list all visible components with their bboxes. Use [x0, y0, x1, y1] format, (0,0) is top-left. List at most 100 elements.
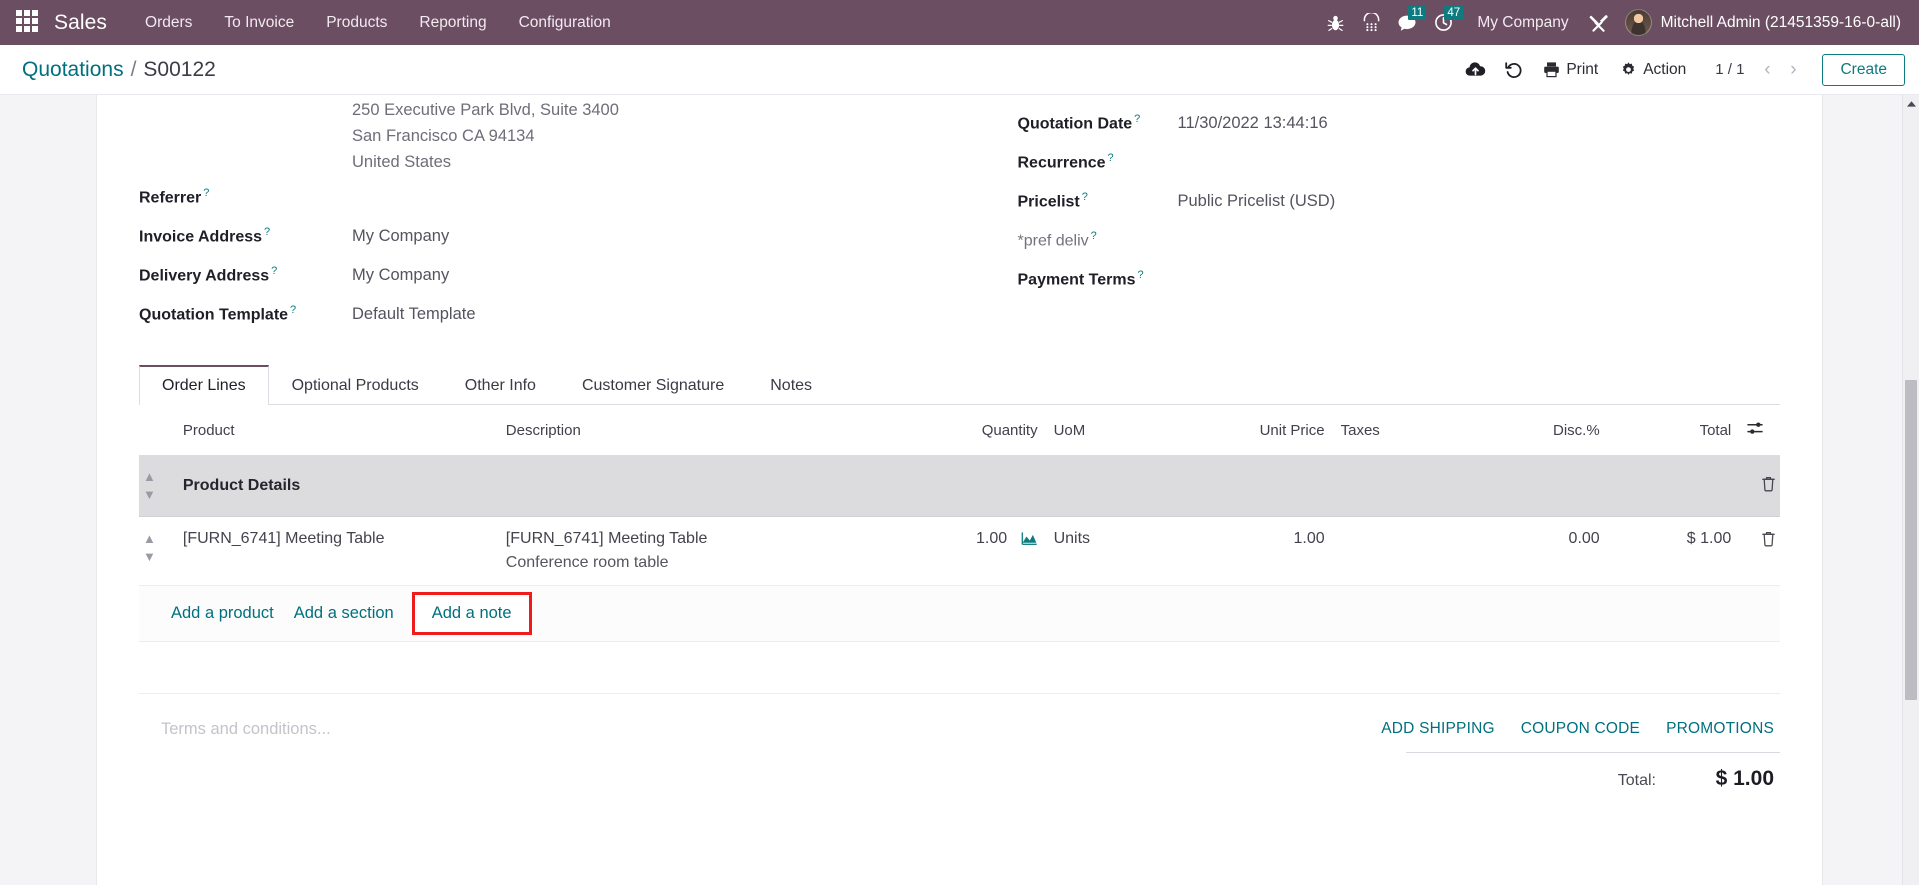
navbar-menu: Orders To Invoice Products Reporting Con… — [129, 0, 627, 45]
column-header-total[interactable]: Total — [1607, 405, 1740, 456]
control-panel: Quotations / S00122 Print Action 1 / 1 ‹… — [0, 45, 1919, 95]
forecast-chart-icon[interactable] — [1021, 532, 1038, 550]
help-tooltip-icon[interactable]: ? — [1134, 113, 1140, 125]
pager-previous-chevron-left-icon[interactable]: ‹ — [1754, 56, 1780, 84]
field-value-invoice-address[interactable]: My Company — [352, 227, 449, 246]
field-value-quotation-template[interactable]: Default Template — [352, 305, 476, 324]
add-shipping-link[interactable]: ADD SHIPPING — [1381, 720, 1495, 738]
help-tooltip-icon[interactable]: ? — [203, 187, 209, 199]
field-row-delivery-address: Delivery Address? My Company — [139, 265, 960, 304]
add-a-product-link[interactable]: Add a product — [161, 600, 284, 627]
help-tooltip-icon[interactable]: ? — [1108, 152, 1114, 164]
column-header-description[interactable]: Description — [497, 405, 917, 456]
tab-customer-signature[interactable]: Customer Signature — [559, 365, 747, 405]
tab-optional-products[interactable]: Optional Products — [269, 365, 442, 405]
field-label-invoice-address: Invoice Address? — [139, 226, 271, 246]
messaging-icon[interactable]: 11 — [1389, 0, 1427, 45]
row-product[interactable]: [FURN_6741] Meeting Table — [174, 516, 498, 586]
tab-order-lines[interactable]: Order Lines — [139, 365, 269, 405]
column-header-quantity[interactable]: Quantity — [916, 405, 1046, 456]
order-lines-table: Product Description Quantity UoM Unit Pr… — [139, 405, 1780, 642]
trash-icon[interactable] — [1761, 476, 1776, 496]
menu-item-reporting[interactable]: Reporting — [403, 0, 502, 45]
wrench-screwdriver-icon[interactable] — [1581, 0, 1617, 45]
breadcrumb: Quotations / S00122 — [22, 58, 216, 82]
apps-grid-icon[interactable] — [16, 9, 42, 36]
menu-item-orders[interactable]: Orders — [129, 0, 208, 45]
trash-icon[interactable] — [1761, 531, 1776, 551]
content-area: 250 Executive Park Blvd, Suite 3400 San … — [0, 95, 1919, 885]
record-pager: 1 / 1 ‹ › — [1715, 56, 1806, 84]
breadcrumb-current-record: S00122 — [143, 57, 216, 81]
pager-next-chevron-right-icon[interactable]: › — [1780, 56, 1806, 84]
field-row-payment-terms: Payment Terms? — [1018, 269, 1781, 308]
row-taxes[interactable] — [1332, 516, 1465, 586]
record-sheet: 250 Executive Park Blvd, Suite 3400 San … — [96, 95, 1823, 885]
address-line-1: 250 Executive Park Blvd, Suite 3400 — [352, 101, 619, 119]
company-switcher[interactable]: My Company — [1461, 14, 1580, 32]
username-label: Mitchell Admin (21451359-16-0-all) — [1660, 13, 1901, 31]
form-column-left: 250 Executive Park Blvd, Suite 3400 San … — [139, 97, 960, 343]
row-discount[interactable]: 0.00 — [1464, 516, 1608, 586]
gear-icon — [1622, 62, 1635, 75]
tab-notes[interactable]: Notes — [747, 365, 835, 405]
column-header-uom[interactable]: UoM — [1045, 405, 1190, 456]
row-uom[interactable]: Units — [1045, 516, 1190, 586]
order-lines-body: ▲ ▼ Product Details ▲ ▼ [FURN_6741] Meet… — [139, 455, 1780, 642]
coupon-code-link[interactable]: COUPON CODE — [1521, 720, 1640, 738]
row-description-main: [FURN_6741] Meeting Table — [505, 530, 708, 547]
printer-icon — [1544, 62, 1560, 78]
vertical-scroll-thumb[interactable] — [1905, 380, 1917, 700]
column-header-product[interactable]: Product — [174, 405, 498, 456]
address-line-3: United States — [352, 153, 452, 171]
footer-zone: Terms and conditions... ADD SHIPPING COU… — [139, 694, 1780, 791]
pager-count: 1 / 1 — [1715, 61, 1745, 78]
vertical-scrollbar[interactable] — [1902, 95, 1919, 885]
table-row[interactable]: ▲ ▼ [FURN_6741] Meeting Table [FURN_6741]… — [139, 516, 1780, 586]
section-name[interactable]: Product Details — [174, 455, 1740, 517]
help-tooltip-icon[interactable]: ? — [271, 265, 277, 277]
help-tooltip-icon[interactable]: ? — [1082, 191, 1088, 203]
field-row-quotation-date: Quotation Date? 11/30/2022 13:44:16 — [1018, 113, 1781, 152]
field-value-quotation-date[interactable]: 11/30/2022 13:44:16 — [1178, 114, 1328, 133]
section-row[interactable]: ▲ ▼ Product Details — [139, 455, 1780, 517]
add-a-note-link[interactable]: Add a note — [411, 592, 532, 635]
control-panel-actions: Print Action 1 / 1 ‹ › Create — [1456, 53, 1905, 87]
column-header-taxes[interactable]: Taxes — [1332, 405, 1465, 456]
menu-item-to-invoice[interactable]: To Invoice — [208, 0, 310, 45]
scroll-up-arrow-icon[interactable] — [1903, 95, 1919, 112]
row-quantity[interactable]: 1.00 — [916, 516, 1046, 586]
column-header-discount[interactable]: Disc.% — [1464, 405, 1608, 456]
bug-icon[interactable] — [1317, 0, 1353, 45]
tab-other-info[interactable]: Other Info — [442, 365, 559, 405]
menu-item-configuration[interactable]: Configuration — [503, 0, 627, 45]
action-button[interactable]: Action — [1609, 54, 1697, 86]
save-cloud-upload-icon[interactable] — [1456, 53, 1494, 87]
add-a-section-link[interactable]: Add a section — [284, 600, 404, 627]
terms-and-conditions-input[interactable]: Terms and conditions... — [161, 720, 1310, 739]
field-value-pricelist[interactable]: Public Pricelist (USD) — [1178, 192, 1336, 211]
dialpad-icon[interactable] — [1353, 0, 1389, 45]
app-brand-sales[interactable]: Sales — [54, 11, 107, 35]
column-header-unit-price[interactable]: Unit Price — [1189, 405, 1333, 456]
section-drag-handle-icon[interactable]: ▲ ▼ — [139, 455, 175, 517]
user-menu[interactable]: Mitchell Admin (21451359-16-0-all) — [1617, 9, 1905, 36]
field-value-delivery-address[interactable]: My Company — [352, 266, 449, 285]
create-button[interactable]: Create — [1822, 53, 1905, 86]
row-unit-price[interactable]: 1.00 — [1189, 516, 1333, 586]
column-options-icon[interactable] — [1747, 421, 1764, 440]
promotions-link[interactable]: PROMOTIONS — [1666, 720, 1774, 738]
breadcrumb-root-quotations[interactable]: Quotations — [22, 58, 124, 82]
breadcrumb-separator: / — [130, 57, 137, 81]
discard-undo-icon[interactable] — [1494, 53, 1532, 87]
help-tooltip-icon[interactable]: ? — [1137, 269, 1143, 281]
help-tooltip-icon[interactable]: ? — [264, 226, 270, 238]
field-label-referrer: Referrer? — [139, 187, 210, 207]
help-tooltip-icon[interactable]: ? — [290, 304, 296, 316]
help-tooltip-icon[interactable]: ? — [1091, 230, 1097, 242]
menu-item-products[interactable]: Products — [310, 0, 403, 45]
activities-clock-icon[interactable]: 47 — [1425, 0, 1464, 45]
print-button[interactable]: Print — [1532, 54, 1609, 86]
row-drag-handle-icon[interactable]: ▲ ▼ — [139, 516, 175, 586]
row-description[interactable]: [FURN_6741] Meeting Table Conference roo… — [497, 516, 917, 586]
